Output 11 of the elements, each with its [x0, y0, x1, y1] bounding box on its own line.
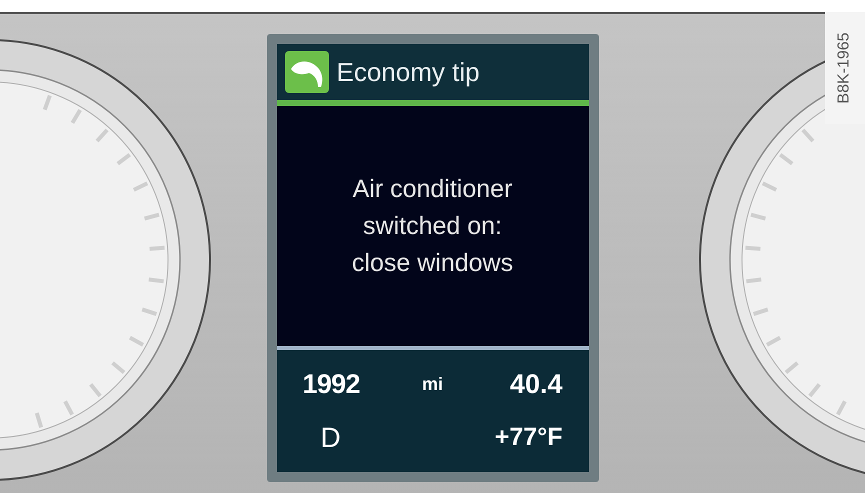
distance-value: 1992	[302, 368, 361, 402]
gear-indicator: D	[320, 420, 342, 454]
message-line: Air conditioner	[352, 174, 512, 204]
message-line: close windows	[352, 248, 514, 278]
consumption-value: 40.4	[510, 368, 562, 402]
distance-unit: mi	[422, 373, 443, 396]
leaf-icon	[284, 51, 328, 93]
message-line: switched on:	[363, 210, 502, 242]
figure-code: B8K-1965	[835, 32, 854, 104]
header-title: Economy tip	[336, 56, 480, 88]
temperature-value: +77°F	[494, 422, 562, 453]
